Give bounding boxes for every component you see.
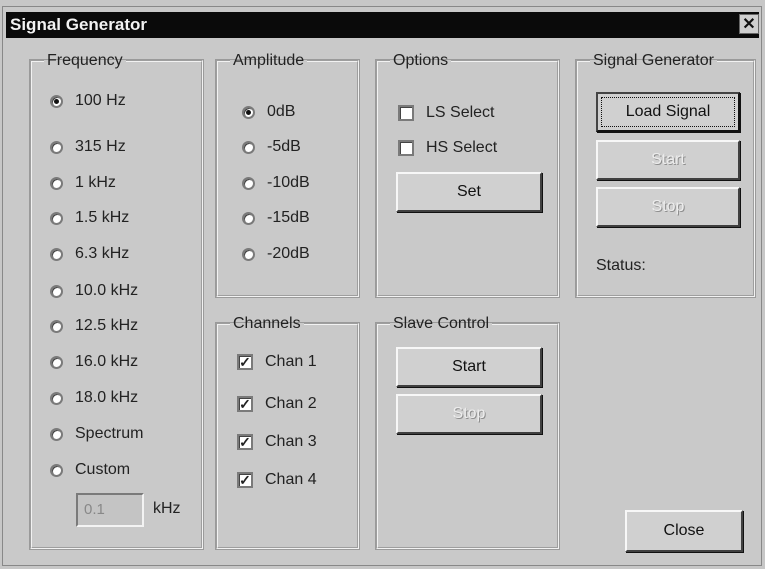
amp-radio-minus5db[interactable]: -5dB [242,135,301,159]
channels-legend: Channels [233,315,301,332]
radio-icon [242,140,255,154]
channel-4-checkbox[interactable]: ✓ Chan 4 [237,468,317,492]
channel-2-checkbox[interactable]: ✓ Chan 2 [237,392,317,416]
checkbox-icon [398,105,414,121]
checkbox-icon [398,140,414,156]
channel-1-checkbox[interactable]: ✓ Chan 1 [237,350,317,374]
slave-start-button[interactable]: Start [396,347,542,387]
radio-selected-icon [50,94,63,108]
radio-icon [50,319,63,333]
radio-icon [50,284,63,298]
freq-radio-16khz[interactable]: 16.0 kHz [50,350,138,374]
radio-icon [50,427,63,441]
window-title: Signal Generator [10,15,147,34]
amp-radio-minus20db[interactable]: -20dB [242,242,310,266]
amp-radio-0db[interactable]: 0dB [242,100,295,124]
slave-stop-button[interactable]: Stop [396,394,542,434]
freq-radio-spectrum[interactable]: Spectrum [50,422,143,446]
radio-icon [50,247,63,261]
amp-radio-minus15db[interactable]: -15dB [242,206,310,230]
radio-icon [242,247,255,261]
checkmark-icon: ✓ [237,434,253,450]
radio-selected-icon [242,105,255,119]
amplitude-legend: Amplitude [233,52,305,69]
freq-radio-6-3khz[interactable]: 6.3 kHz [50,242,129,266]
status-label: Status: [596,257,646,274]
checkmark-icon: ✓ [237,396,253,412]
freq-radio-custom[interactable]: Custom [50,458,130,482]
signal-generator-legend: Signal Generator [593,52,714,69]
freq-radio-1-5khz[interactable]: 1.5 kHz [50,206,129,230]
radio-icon [50,391,63,405]
generator-start-button[interactable]: Start [596,140,740,180]
freq-radio-100hz[interactable]: 100 Hz [50,89,126,113]
radio-icon [50,463,63,477]
amp-radio-minus10db[interactable]: -10dB [242,171,310,195]
checkmark-icon: ✓ [237,354,253,370]
custom-frequency-input[interactable]: 0.1 [76,493,144,527]
freq-radio-315hz[interactable]: 315 Hz [50,135,126,159]
options-legend: Options [393,52,449,69]
frequency-legend: Frequency [47,52,123,69]
hs-select-checkbox[interactable]: HS Select [398,136,497,160]
freq-radio-12-5khz[interactable]: 12.5 kHz [50,314,138,338]
checkmark-icon: ✓ [237,472,253,488]
title-bar: Signal Generator ✕ [6,12,759,38]
freq-radio-10khz[interactable]: 10.0 kHz [50,279,138,303]
set-button[interactable]: Set [396,172,542,212]
close-button[interactable]: Close [625,510,743,552]
radio-icon [50,140,63,154]
radio-icon [50,211,63,225]
ls-select-checkbox[interactable]: LS Select [398,101,494,125]
freq-radio-1khz[interactable]: 1 kHz [50,171,116,195]
load-signal-button[interactable]: Load Signal [596,92,740,132]
radio-icon [242,211,255,225]
radio-icon [50,176,63,190]
radio-icon [242,176,255,190]
slave-control-legend: Slave Control [393,315,490,332]
generator-stop-button[interactable]: Stop [596,187,740,227]
radio-icon [50,355,63,369]
khz-unit-label: kHz [153,500,181,517]
channel-3-checkbox[interactable]: ✓ Chan 3 [237,430,317,454]
freq-radio-18khz[interactable]: 18.0 kHz [50,386,138,410]
close-icon[interactable]: ✕ [739,14,759,34]
